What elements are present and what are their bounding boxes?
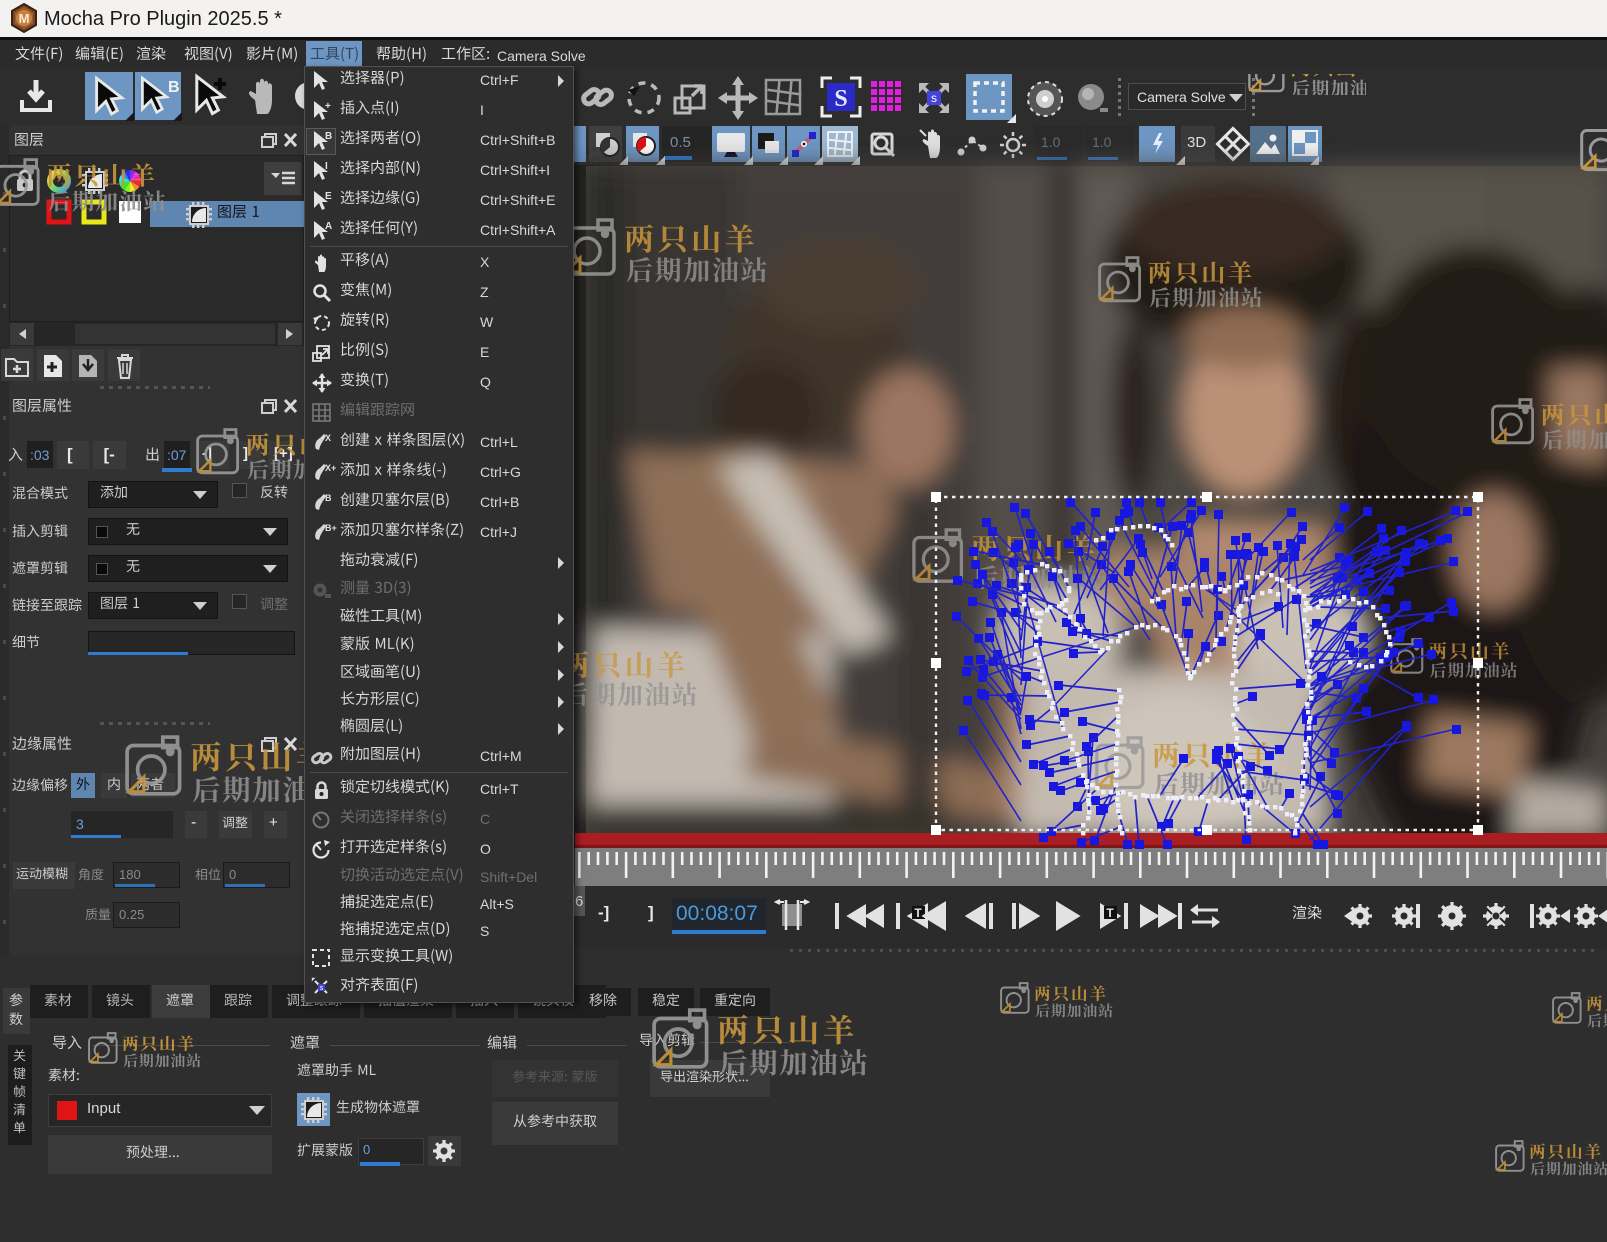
svg-text:s: s [320,985,324,992]
